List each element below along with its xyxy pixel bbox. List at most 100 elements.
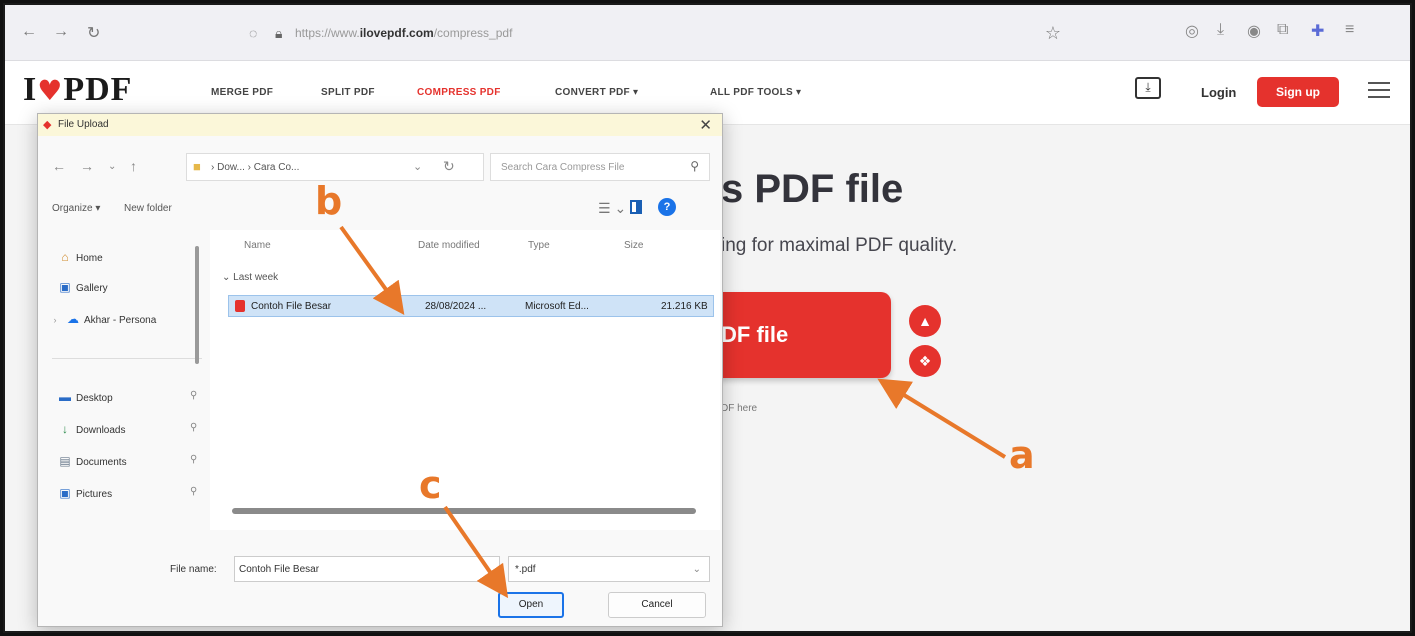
dialog-title: File Upload (58, 119, 109, 130)
preview-pane-icon[interactable] (630, 200, 642, 214)
horizontal-scrollbar[interactable] (232, 508, 696, 514)
page-subtitle: ing for maximal PDF quality. (721, 235, 958, 256)
dialog-footer: File name: Contoh File Besar *.pdf ⌄ Open… (38, 538, 722, 628)
sidebar-scrollbar[interactable] (195, 246, 199, 364)
annotation-label-b: b (315, 179, 343, 223)
column-name[interactable]: Name (244, 240, 271, 251)
chevron-down-icon: ⌄ (692, 564, 701, 575)
address-bar[interactable]: ◌ 🔒︎ https://www.ilovepdf.com/compress_p… (235, 17, 1085, 49)
nav-split-pdf[interactable]: SPLIT PDF (321, 87, 375, 98)
extensions-icon[interactable]: ⧉ (1277, 21, 1288, 39)
download-icon[interactable]: ⤓ (1217, 21, 1224, 39)
chevron-down-icon[interactable]: ⌄ (413, 160, 422, 173)
file-type: Microsoft Ed... (525, 301, 589, 312)
pin-icon: ⚲ (190, 390, 198, 401)
search-icon: ⚲ (690, 159, 699, 173)
cloud-icon: ☁ (67, 312, 79, 326)
pdf-file-icon (235, 300, 245, 312)
browser-toolbar: ← → ↻ ◌ 🔒︎ https://www.ilovepdf.com/comp… (5, 5, 1410, 61)
firefox-icon: ◆ (43, 119, 52, 131)
extension-puzzle-icon[interactable]: ✚ (1311, 21, 1324, 41)
drop-hint-text: DF here (721, 403, 758, 414)
reload-icon[interactable]: ↻ (87, 23, 100, 43)
file-name: Contoh File Besar (251, 301, 332, 312)
back-icon[interactable]: ← (21, 23, 37, 41)
close-icon[interactable]: ✕ (699, 116, 712, 134)
sidebar-item-downloads[interactable]: ↓ Downloads ⚲ (58, 422, 197, 436)
help-icon[interactable]: ? (658, 198, 676, 216)
sidebar-divider (52, 358, 202, 359)
cancel-button[interactable]: Cancel (608, 592, 706, 618)
documents-icon: ▤ (59, 454, 71, 468)
organize-button[interactable]: Organize ▾ (52, 203, 100, 214)
sidebar-item-documents[interactable]: ▤ Documents ⚲ (58, 454, 197, 468)
screenshot-frame: ← → ↻ ◌ 🔒︎ https://www.ilovepdf.com/comp… (3, 3, 1412, 633)
dropbox-icon[interactable]: ❖ (909, 345, 941, 377)
file-name-label: File name: (170, 564, 217, 575)
nav-merge-pdf[interactable]: MERGE PDF (211, 87, 273, 98)
recent-locations-icon[interactable]: ⌄ (108, 161, 116, 172)
sidebar-item-pictures[interactable]: ▣ Pictures ⚲ (58, 486, 197, 500)
heart-icon: ♥ (37, 74, 64, 107)
pin-icon: ⚲ (190, 422, 198, 433)
pin-icon: ⚲ (190, 454, 198, 465)
login-link[interactable]: Login (1201, 85, 1236, 100)
file-size: 21.216 KB (661, 301, 708, 312)
nav-all-pdf-tools[interactable]: ALL PDF TOOLS ▾ (710, 87, 801, 98)
forward-icon[interactable]: → (80, 158, 94, 174)
sidebar-item-desktop[interactable]: ▬ Desktop ⚲ (58, 390, 197, 404)
gallery-icon: ▣ (59, 280, 71, 294)
open-button[interactable]: Open (498, 592, 564, 618)
annotation-label-a: a (1009, 433, 1035, 477)
hamburger-menu-icon[interactable] (1368, 82, 1390, 98)
chevron-right-icon: › (53, 315, 57, 325)
pin-icon: ⚲ (190, 486, 198, 497)
page-title: s PDF file (721, 167, 904, 211)
menu-icon[interactable]: ≡ (1345, 21, 1354, 39)
dialog-sidebar: ⌂ Home ▣ Gallery › ☁ Akhar - Persona ▬ Deskto… (38, 230, 206, 530)
pocket-icon[interactable]: ◎ (1185, 21, 1199, 41)
folder-icon: ■ (193, 159, 201, 174)
group-header[interactable]: ⌄ Last week (222, 272, 278, 283)
desktop-icon: ▬ (59, 390, 71, 404)
file-type-select[interactable]: *.pdf ⌄ (508, 556, 710, 582)
forward-icon[interactable]: → (53, 23, 69, 41)
desktop-app-icon[interactable]: ⤓ (1135, 77, 1161, 99)
shield-icon: ◌ (249, 25, 258, 41)
file-row-selected[interactable]: Contoh File Besar 28/08/2024 ... Microso… (228, 295, 714, 317)
dialog-nav-row: ← → ⌄ ↑ ■ › Dow... › Cara Co... ⌄ ↻ Sear… (38, 144, 722, 188)
column-size[interactable]: Size (624, 240, 643, 251)
breadcrumb[interactable]: ■ › Dow... › Cara Co... ⌄ ↻ (186, 153, 484, 181)
up-folder-icon[interactable]: ↑ (130, 158, 137, 174)
account-icon[interactable]: ◉ (1247, 21, 1261, 41)
column-type[interactable]: Type (528, 240, 550, 251)
refresh-icon[interactable]: ↻ (443, 158, 455, 175)
dialog-titlebar: ◆ File Upload ✕ (38, 114, 722, 136)
arrow-a (877, 378, 1007, 459)
view-options-icon[interactable]: ☰ ⌄ (598, 200, 626, 217)
dialog-toolbar: Organize ▾ New folder ☰ ⌄ ? (38, 194, 722, 224)
download-icon: ↓ (62, 422, 68, 436)
search-input[interactable]: Search Cara Compress File ⚲ (490, 153, 710, 181)
google-drive-icon[interactable]: ▲ (909, 305, 941, 337)
new-folder-button[interactable]: New folder (124, 203, 172, 214)
file-name-input[interactable]: Contoh File Besar (234, 556, 500, 582)
sidebar-item-gallery[interactable]: ▣ Gallery (58, 280, 107, 294)
file-upload-dialog: ◆ File Upload ✕ ← → ⌄ ↑ ■ › Dow... › Car… (37, 113, 723, 627)
file-list: Name Date modified Type Size ⌄ Last week… (210, 230, 720, 530)
sidebar-item-onedrive[interactable]: › ☁ Akhar - Persona (48, 312, 157, 326)
sidebar-item-home[interactable]: ⌂ Home (58, 250, 102, 264)
ilovepdf-logo[interactable]: I♥PDF (23, 71, 132, 109)
file-date: 28/08/2024 ... (425, 301, 487, 312)
url-text: https://www.ilovepdf.com/compress_pdf (295, 26, 513, 40)
pictures-icon: ▣ (59, 486, 71, 500)
annotation-label-c: c (419, 463, 442, 507)
column-date-modified[interactable]: Date modified (418, 240, 480, 251)
nav-convert-pdf[interactable]: CONVERT PDF ▾ (555, 87, 638, 98)
nav-compress-pdf[interactable]: COMPRESS PDF (417, 87, 501, 98)
signup-button[interactable]: Sign up (1257, 77, 1339, 107)
home-icon: ⌂ (61, 250, 69, 264)
back-icon[interactable]: ← (52, 158, 66, 174)
bookmark-star-icon[interactable]: ☆ (1045, 23, 1061, 44)
lock-icon: 🔒︎ (275, 25, 283, 41)
